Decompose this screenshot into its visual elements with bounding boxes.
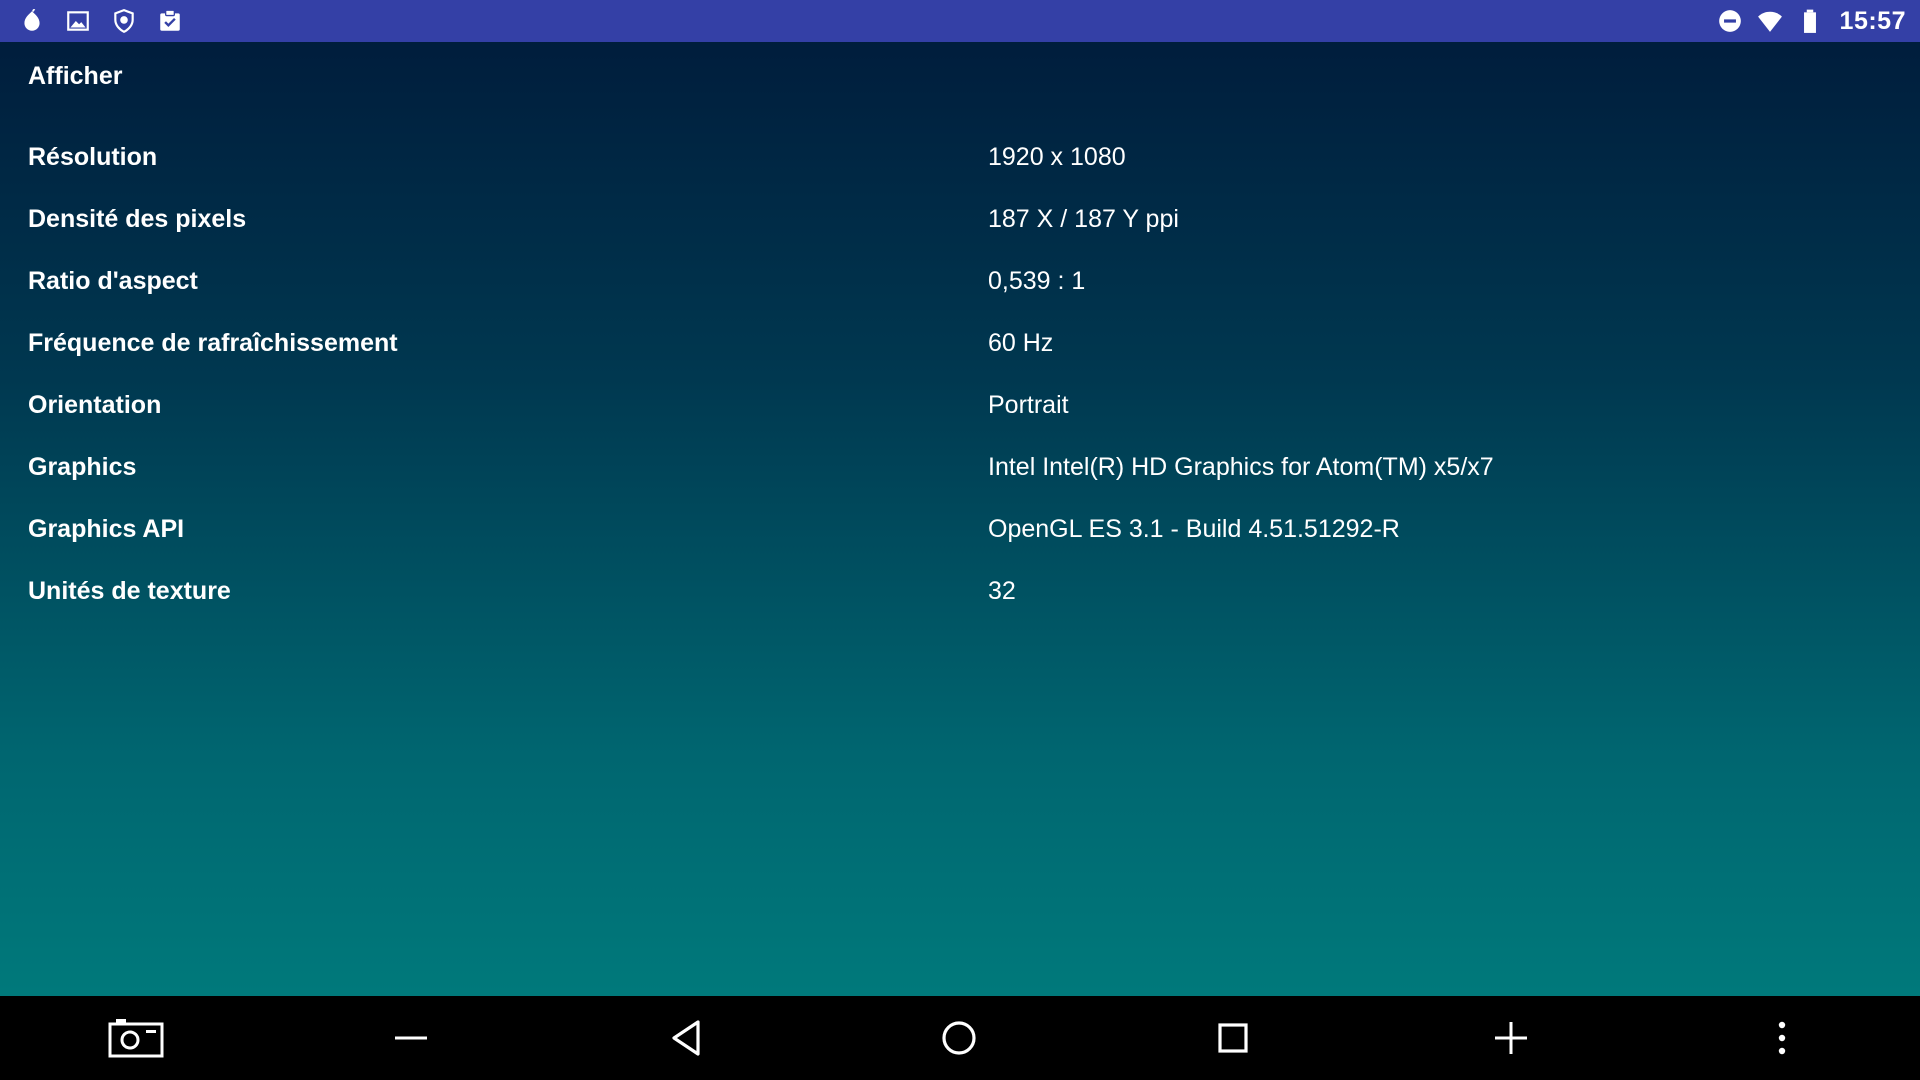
- recents-icon: [1218, 1023, 1248, 1053]
- back-button[interactable]: [641, 996, 731, 1080]
- notification-icons: [0, 0, 184, 42]
- recents-button[interactable]: [1188, 996, 1278, 1080]
- status-clock: 15:57: [1839, 6, 1906, 35]
- image-icon: [64, 7, 92, 35]
- info-row-resolution: Résolution 1920 x 1080: [0, 126, 1920, 188]
- info-value: 1920 x 1080: [988, 142, 1126, 171]
- app-drop-icon: [18, 7, 46, 35]
- info-row-pixel-density: Densité des pixels 187 X / 187 Y ppi: [0, 188, 1920, 250]
- screen: 15:57 Afficher Résolution 1920 x 1080 De…: [0, 0, 1920, 1080]
- info-row-graphics-api: Graphics API OpenGL ES 3.1 - Build 4.51.…: [0, 498, 1920, 560]
- volume-up-icon: [1495, 1022, 1527, 1054]
- screenshot-button[interactable]: [91, 996, 181, 1080]
- info-label: Orientation: [28, 390, 162, 419]
- info-label: Graphics API: [28, 514, 185, 543]
- info-label: Résolution: [28, 142, 158, 171]
- info-value: 187 X / 187 Y ppi: [988, 204, 1179, 233]
- info-row-aspect-ratio: Ratio d'aspect 0,539 : 1: [0, 250, 1920, 312]
- info-row-refresh-rate: Fréquence de rafraîchissement 60 Hz: [0, 312, 1920, 374]
- info-label: Unités de texture: [28, 576, 231, 605]
- info-list: Résolution 1920 x 1080 Densité des pixel…: [0, 126, 1920, 622]
- more-icon: [1778, 1021, 1786, 1055]
- info-label: Ratio d'aspect: [28, 266, 198, 295]
- navigation-bar: [0, 996, 1920, 1080]
- volume-up-button[interactable]: [1466, 996, 1556, 1080]
- info-label: Graphics: [28, 452, 137, 481]
- home-button[interactable]: [914, 996, 1004, 1080]
- battery-icon: [1796, 7, 1824, 35]
- section-title: Afficher: [28, 62, 123, 90]
- volume-down-icon: [395, 1036, 427, 1040]
- info-row-texture-units: Unités de texture 32: [0, 560, 1920, 622]
- info-row-graphics: Graphics Intel Intel(R) HD Graphics for …: [0, 436, 1920, 498]
- clipboard-check-icon: [156, 7, 184, 35]
- wifi-icon: [1756, 7, 1784, 35]
- info-value: 60 Hz: [988, 328, 1054, 357]
- more-button[interactable]: [1737, 996, 1827, 1080]
- shield-icon: [110, 7, 138, 35]
- screenshot-icon: [108, 1019, 164, 1058]
- do-not-disturb-icon: [1716, 7, 1744, 35]
- info-label: Densité des pixels: [28, 204, 247, 233]
- info-value: 0,539 : 1: [988, 266, 1086, 295]
- system-status: 15:57: [1716, 0, 1920, 42]
- info-value: Intel Intel(R) HD Graphics for Atom(TM) …: [988, 452, 1494, 481]
- status-bar: 15:57: [0, 0, 1920, 42]
- info-value: 32: [988, 576, 1016, 605]
- info-row-orientation: Orientation Portrait: [0, 374, 1920, 436]
- info-value: Portrait: [988, 390, 1069, 419]
- home-icon: [942, 1021, 976, 1055]
- back-icon: [672, 1020, 700, 1056]
- info-value: OpenGL ES 3.1 - Build 4.51.51292-R: [988, 514, 1400, 543]
- info-label: Fréquence de rafraîchissement: [28, 328, 398, 357]
- volume-down-button[interactable]: [366, 996, 456, 1080]
